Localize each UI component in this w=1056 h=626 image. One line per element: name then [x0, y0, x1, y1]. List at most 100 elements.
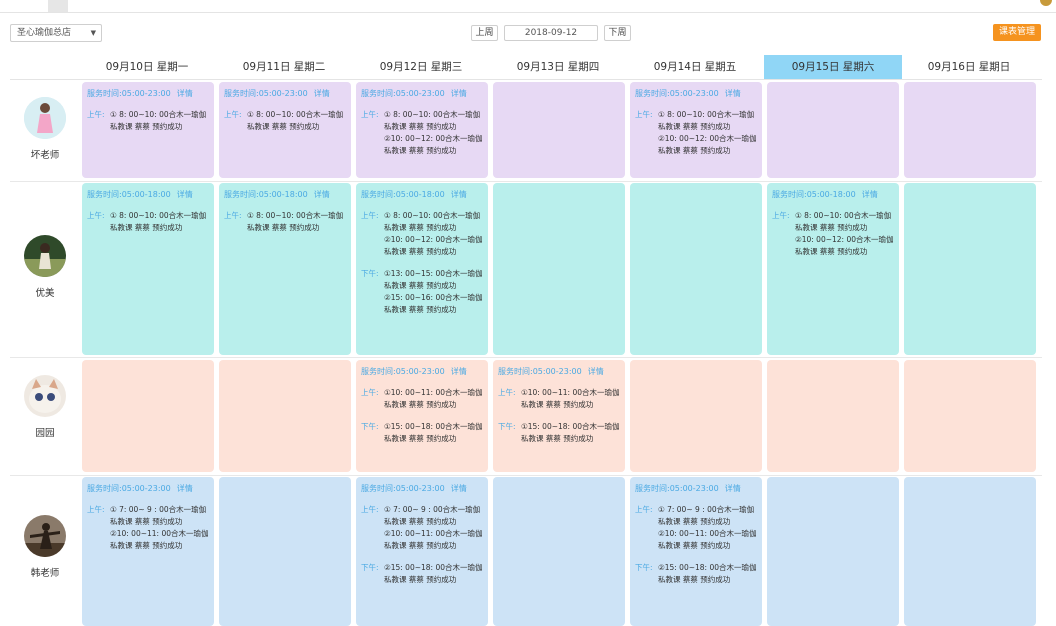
teacher-name: 园园	[35, 428, 55, 439]
schedule-cell-youmei-sat[interactable]: 服务时间:05:00-18:00 详情 上午: ① 8: 00~10: 00合木一瑜伽…	[767, 183, 899, 355]
booking-time: ①10: 00~11: 00合木一瑜伽	[384, 388, 483, 397]
schedule-cell-youmei-fri[interactable]	[630, 183, 762, 355]
schedule-cell-han-mon[interactable]: 服务时间:05:00-23:00 详情 上午: ① 7: 00~ 9 : 00合木一瑜…	[82, 477, 214, 626]
schedule-cell-yuanyuan-mon[interactable]	[82, 360, 214, 472]
booking-entry[interactable]: ① 7: 00~ 9 : 00合木一瑜伽 私教课 蔡蔡 预约成功	[658, 504, 757, 528]
teacher-youmei: 优美	[10, 235, 80, 299]
schedule-cell-huai-wed[interactable]: 服务时间:05:00-23:00 详情 上午: ① 8: 00~10: 00合木一瑜伽…	[356, 82, 488, 178]
schedule-cell-youmei-wed[interactable]: 服务时间:05:00-18:00 详情 上午: ① 8: 00~10: 00合木一瑜伽…	[356, 183, 488, 355]
service-time: 服务时间:05:00-23:00 详情	[87, 483, 209, 494]
booking-entry[interactable]: ②10: 00~11: 00合木一瑜伽 私教课 蔡蔡 预约成功	[658, 528, 757, 552]
period-block: 上午: ①10: 00~11: 00合木一瑜伽 私教课 蔡蔡 预约成功	[498, 387, 620, 411]
detail-link[interactable]: 详情	[451, 89, 467, 98]
booking-entry[interactable]: ① 8: 00~10: 00合木一瑜伽 私教课 蔡蔡 预约成功	[384, 109, 483, 133]
booking-entry[interactable]: ②10: 00~12: 00合木一瑜伽 私教课 蔡蔡 预约成功	[384, 133, 483, 157]
schedule-cell-huai-sat[interactable]	[767, 82, 899, 178]
service-time: 服务时间:05:00-23:00 详情	[224, 88, 346, 99]
next-week-button[interactable]: 下周	[604, 25, 631, 41]
schedule-cell-han-fri[interactable]: 服务时间:05:00-23:00 详情 上午: ① 7: 00~ 9 : 00合木一瑜…	[630, 477, 762, 626]
schedule-cell-yuanyuan-tue[interactable]	[219, 360, 351, 472]
period-label: 上午:	[361, 388, 379, 397]
booking-entry[interactable]: ②10: 00~11: 00合木一瑜伽 私教课 蔡蔡 预约成功	[384, 528, 483, 552]
schedule-cell-yuanyuan-wed[interactable]: 服务时间:05:00-23:00 详情上午: ①10: 00~11: 00合木一瑜伽…	[356, 360, 488, 472]
detail-link[interactable]: 详情	[177, 89, 193, 98]
booking-entry[interactable]: ①10: 00~11: 00合木一瑜伽 私教课 蔡蔡 预约成功	[521, 387, 620, 411]
detail-link[interactable]: 详情	[725, 89, 741, 98]
booking-time: ① 8: 00~10: 00合木一瑜伽	[658, 110, 755, 119]
booking-entry[interactable]: ②15: 00~18: 00合木一瑜伽 私教课 蔡蔡 预约成功	[384, 562, 483, 586]
course-management-button[interactable]: 课表管理	[993, 24, 1041, 41]
detail-link[interactable]: 详情	[451, 484, 467, 493]
detail-link[interactable]: 详情	[862, 190, 878, 199]
schedule-cell-huai-mon[interactable]: 服务时间:05:00-23:00 详情 上午: ① 8: 00~10: 00合木一瑜伽…	[82, 82, 214, 178]
booking-entry[interactable]: ②10: 00~11: 00合木一瑜伽 私教课 蔡蔡 预约成功	[110, 528, 209, 552]
booking-entry[interactable]: ① 8: 00~10: 00合木一瑜伽 私教课 蔡蔡 预约成功	[658, 109, 757, 133]
booking-entry[interactable]: ②10: 00~12: 00合木一瑜伽 私教课 蔡蔡 预约成功	[658, 133, 757, 157]
schedule-cell-huai-fri[interactable]: 服务时间:05:00-23:00 详情 上午: ① 8: 00~10: 00合木一瑜伽…	[630, 82, 762, 178]
row-divider	[10, 357, 1042, 358]
day-header-mon: 09月10日 星期一	[105, 61, 189, 73]
booking-entry[interactable]: ① 8: 00~10: 00合木一瑜伽 私教课 蔡蔡 预约成功	[795, 210, 894, 234]
booking-entry[interactable]: ① 8: 00~10: 00合木一瑜伽 私教课 蔡蔡 预约成功	[110, 109, 209, 133]
schedule-cell-huai-thu[interactable]	[493, 82, 625, 178]
day-header-wed: 09月12日 星期三	[379, 61, 463, 73]
booking-entry[interactable]: ① 8: 00~10: 00合木一瑜伽 私教课 蔡蔡 预约成功	[247, 109, 346, 133]
schedule-cell-han-sat[interactable]	[767, 477, 899, 626]
schedule-cell-youmei-tue[interactable]: 服务时间:05:00-18:00 详情 上午: ① 8: 00~10: 00合木一瑜伽…	[219, 183, 351, 355]
detail-link[interactable]: 详情	[725, 484, 741, 493]
booking-entry[interactable]: ① 7: 00~ 9 : 00合木一瑜伽 私教课 蔡蔡 预约成功	[110, 504, 209, 528]
schedule-cell-yuanyuan-sun[interactable]	[904, 360, 1036, 472]
schedule-cell-youmei-sun[interactable]	[904, 183, 1036, 355]
booking-time: ①15: 00~18: 00合木一瑜伽	[521, 422, 620, 431]
date-input[interactable]: 2018-09-12	[504, 25, 598, 41]
prev-week-button[interactable]: 上周	[471, 25, 498, 41]
day-header-tue: 09月11日 星期二	[242, 61, 326, 73]
schedule-cell-huai-sun[interactable]	[904, 82, 1036, 178]
service-time-text: 服务时间:05:00-23:00	[224, 89, 308, 98]
booking-entry[interactable]: ① 8: 00~10: 00合木一瑜伽 私教课 蔡蔡 预约成功	[110, 210, 209, 234]
booking-entry[interactable]: ① 8: 00~10: 00合木一瑜伽 私教课 蔡蔡 预约成功	[247, 210, 346, 234]
user-avatar-partial[interactable]	[1040, 0, 1052, 6]
schedule-cell-huai-tue[interactable]: 服务时间:05:00-23:00 详情 上午: ① 8: 00~10: 00合木一瑜伽…	[219, 82, 351, 178]
schedule-cell-han-wed[interactable]: 服务时间:05:00-23:00 详情 上午: ① 7: 00~ 9 : 00合木一瑜…	[356, 477, 488, 626]
booking-entry[interactable]: ②15: 00~16: 00合木一瑜伽 私教课 蔡蔡 预约成功	[384, 292, 483, 316]
booking-entry[interactable]: ②10: 00~12: 00合木一瑜伽 私教课 蔡蔡 预约成功	[384, 234, 483, 258]
schedule-cell-youmei-thu[interactable]	[493, 183, 625, 355]
booking-entry[interactable]: ①15: 00~18: 00合木一瑜伽 私教课 蔡蔡 预约成功	[384, 421, 483, 445]
teacher-name: 韩老师	[30, 568, 60, 579]
booking-list: ① 8: 00~10: 00合木一瑜伽 私教课 蔡蔡 预约成功 ②10: 00~12…	[795, 210, 894, 258]
detail-link[interactable]: 详情	[314, 190, 330, 199]
schedule-cell-han-thu[interactable]	[493, 477, 625, 626]
detail-link[interactable]: 详情	[451, 367, 467, 376]
booking-entry[interactable]: ②10: 00~12: 00合木一瑜伽 私教课 蔡蔡 预约成功	[795, 234, 894, 258]
booking-status: 私教课 蔡蔡 预约成功	[384, 434, 457, 443]
schedule-cell-han-sun[interactable]	[904, 477, 1036, 626]
service-time-text: 服务时间:05:00-23:00	[361, 367, 445, 376]
booking-status: 私教课 蔡蔡 预约成功	[110, 517, 183, 526]
schedule-cell-youmei-mon[interactable]: 服务时间:05:00-18:00 详情 上午: ① 8: 00~10: 00合木一瑜伽…	[82, 183, 214, 355]
booking-time: ②10: 00~11: 00合木一瑜伽	[658, 529, 757, 538]
booking-list: ①15: 00~18: 00合木一瑜伽 私教课 蔡蔡 预约成功	[521, 421, 620, 445]
top-tab[interactable]	[48, 0, 68, 12]
detail-link[interactable]: 详情	[177, 190, 193, 199]
booking-entry[interactable]: ① 8: 00~10: 00合木一瑜伽 私教课 蔡蔡 预约成功	[384, 210, 483, 234]
schedule-cell-yuanyuan-thu[interactable]: 服务时间:05:00-23:00 详情 上午: ①10: 00~11: 00合木一瑜伽…	[493, 360, 625, 472]
schedule-cell-yuanyuan-fri[interactable]	[630, 360, 762, 472]
detail-link[interactable]: 详情	[177, 484, 193, 493]
schedule-cell-han-tue[interactable]	[219, 477, 351, 626]
schedule-cell-yuanyuan-sat[interactable]	[767, 360, 899, 472]
booking-entry[interactable]: ①15: 00~18: 00合木一瑜伽 私教课 蔡蔡 预约成功	[521, 421, 620, 445]
booking-list: ①15: 00~18: 00合木一瑜伽 私教课 蔡蔡 预约成功	[384, 421, 483, 445]
service-time: 服务时间:05:00-18:00 详情	[224, 189, 346, 200]
service-time: 服务时间:05:00-23:00 详情	[635, 483, 757, 494]
detail-link[interactable]: 详情	[314, 89, 330, 98]
detail-link[interactable]: 详情	[588, 367, 604, 376]
booking-entry[interactable]: ①10: 00~11: 00合木一瑜伽 私教课 蔡蔡 预约成功	[384, 387, 483, 411]
teacher-yuanyuan: 园园	[10, 375, 80, 439]
detail-link[interactable]: 详情	[451, 190, 467, 199]
store-select[interactable]: 圣心瑜伽总店 ▼	[10, 24, 102, 42]
booking-entry[interactable]: ①13: 00~15: 00合木一瑜伽 私教课 蔡蔡 预约成功	[384, 268, 483, 292]
booking-list: ②15: 00~18: 00合木一瑜伽 私教课 蔡蔡 预约成功	[384, 562, 483, 586]
booking-entry[interactable]: ① 7: 00~ 9 : 00合木一瑜伽 私教课 蔡蔡 预约成功	[384, 504, 483, 528]
booking-entry[interactable]: ②15: 00~18: 00合木一瑜伽 私教课 蔡蔡 预约成功	[658, 562, 757, 586]
